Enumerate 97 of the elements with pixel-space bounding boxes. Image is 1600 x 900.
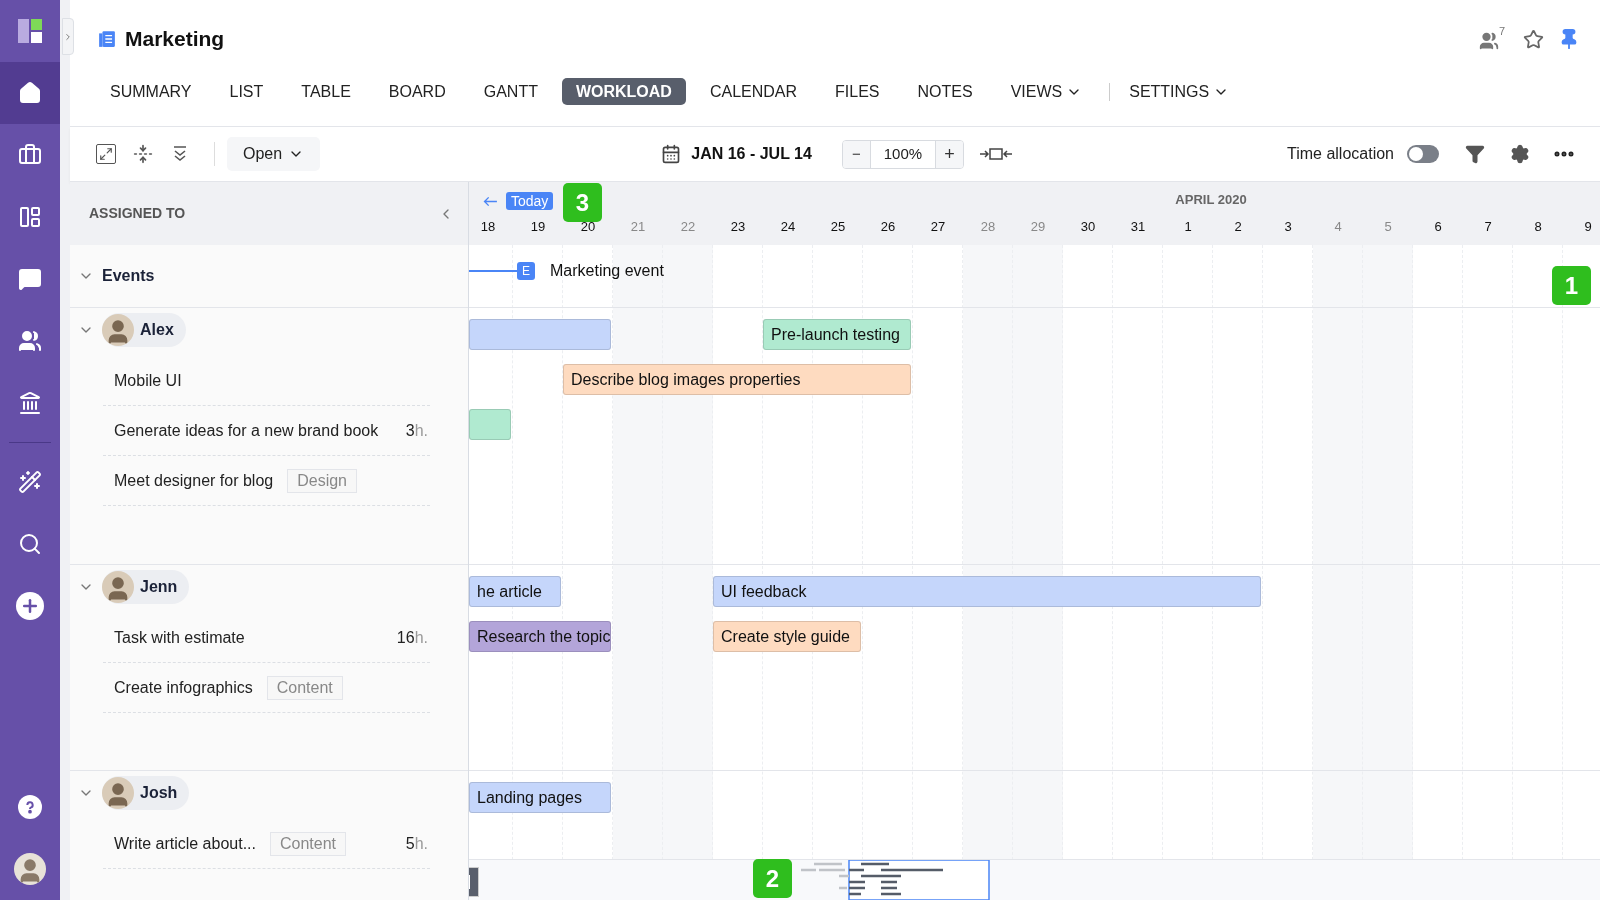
search-icon: [18, 532, 42, 556]
view-tab[interactable]: WORKLOAD: [561, 78, 686, 105]
zoom-in-button[interactable]: +: [934, 140, 963, 168]
sidebar-item[interactable]: [0, 62, 60, 124]
zoom-value: 100%: [882, 143, 924, 164]
assignee-chip[interactable]: Jenn: [102, 570, 190, 604]
day-label: 26: [879, 218, 897, 236]
day-label: 1: [1183, 218, 1193, 236]
assignee-chip[interactable]: Josh: [102, 776, 190, 810]
view-tab[interactable]: FILES: [821, 78, 894, 105]
star-icon[interactable]: [1523, 28, 1544, 50]
view-tab[interactable]: GANTT: [469, 78, 552, 105]
user-avatar: [14, 853, 46, 885]
view-tab[interactable]: TABLE: [287, 78, 365, 105]
task-tag: Design: [287, 468, 357, 493]
task-bar[interactable]: UI feedback: [713, 576, 1261, 607]
calendar-icon[interactable]: [661, 144, 682, 164]
followers-button[interactable]: 7: [1478, 26, 1505, 52]
view-tab[interactable]: VIEWS: [996, 78, 1097, 105]
magic-wand-icon: [18, 470, 42, 494]
task-hours: 5h.: [405, 833, 428, 854]
task-bar[interactable]: he article: [469, 576, 561, 607]
date-range[interactable]: JAN 16 - JUL 14: [691, 142, 812, 166]
add-icon: [16, 592, 44, 620]
task-tag: Content: [266, 675, 343, 700]
task-tag: Content: [270, 831, 347, 856]
document-icon: [98, 30, 116, 48]
task-title[interactable]: Mobile UI: [114, 368, 182, 393]
event-title[interactable]: Marketing event: [550, 259, 664, 283]
minimap-drawing[interactable]: [801, 860, 991, 900]
day-label: 8: [1533, 218, 1543, 236]
fit-to-screen-icon[interactable]: [979, 147, 1012, 161]
filter-icon[interactable]: [1465, 144, 1485, 164]
task-bar[interactable]: Research the topic: [469, 621, 611, 652]
month-label: APRIL 2020: [1175, 191, 1247, 209]
day-label: 18: [479, 218, 497, 236]
time-allocation-toggle[interactable]: [1407, 145, 1439, 163]
home-icon: [18, 81, 42, 105]
task-bar[interactable]: Pre-launch testing: [763, 319, 911, 350]
day-label: 22: [679, 218, 697, 236]
task-hours: 16h.: [396, 627, 428, 648]
day-label: 29: [1029, 218, 1047, 236]
task-title[interactable]: Generate ideas for a new brand book: [114, 418, 379, 443]
view-tab[interactable]: SUMMARY: [96, 78, 206, 105]
task-bar[interactable]: Create style guide: [713, 621, 861, 652]
day-label: 9: [1583, 218, 1593, 236]
task-title[interactable]: Create infographics: [114, 675, 253, 700]
today-button[interactable]: Today: [506, 192, 554, 210]
day-label: 6: [1433, 218, 1443, 236]
settings-icon[interactable]: [1510, 144, 1530, 164]
day-label: 19: [529, 218, 547, 236]
briefcase-icon: [18, 143, 42, 167]
user-avatar: [102, 777, 134, 809]
day-label: 30: [1079, 218, 1097, 236]
day-label: 24: [779, 218, 797, 236]
day-label: 2: [1233, 218, 1243, 236]
project-title: Marketing: [125, 26, 225, 53]
day-label: 5: [1383, 218, 1393, 236]
day-label: 28: [979, 218, 997, 236]
day-label: 27: [929, 218, 947, 236]
help-icon: [18, 795, 42, 819]
task-bar[interactable]: Landing pages: [469, 782, 611, 813]
bank-icon: [18, 391, 42, 415]
view-tab[interactable]: LIST: [215, 78, 278, 105]
view-tab[interactable]: SETTINGS: [1115, 78, 1244, 105]
status-dropdown[interactable]: Open: [227, 137, 321, 171]
task-title[interactable]: Meet designer for blog: [114, 468, 274, 493]
day-label: 31: [1129, 218, 1147, 236]
events-label: Events: [102, 266, 155, 286]
app-logo: [18, 19, 42, 43]
assignee-chip[interactable]: Alex: [102, 313, 186, 347]
people-icon: [18, 329, 42, 353]
collapse-icon[interactable]: [133, 144, 153, 164]
event-marker[interactable]: E: [517, 262, 535, 280]
day-label: 23: [729, 218, 747, 236]
user-avatar: [102, 314, 134, 346]
time-allocation-label: Time allocation: [1287, 144, 1394, 164]
task-title[interactable]: Write article about...: [114, 831, 256, 856]
task-bar[interactable]: Describe blog images properties: [563, 364, 911, 395]
view-tab[interactable]: CALENDAR: [695, 78, 812, 105]
day-label: 4: [1333, 218, 1343, 236]
event-line: [469, 270, 517, 272]
day-label: 25: [829, 218, 847, 236]
user-avatar: [102, 571, 134, 603]
column-header: ASSIGNED TO: [89, 204, 186, 223]
task-title[interactable]: Task with estimate: [114, 625, 245, 650]
dashboard-icon: [18, 205, 42, 229]
day-label: 3: [1283, 218, 1293, 236]
day-label: 7: [1483, 218, 1493, 236]
back-arrow-icon[interactable]: [483, 195, 498, 207]
chat-icon: [18, 267, 42, 291]
expand-icon[interactable]: [96, 144, 116, 164]
day-label: 21: [629, 218, 647, 236]
view-tab[interactable]: BOARD: [374, 78, 460, 105]
task-hours: 3h.: [405, 420, 428, 441]
zoom-out-button[interactable]: −: [842, 140, 871, 168]
view-tab[interactable]: NOTES: [903, 78, 987, 105]
